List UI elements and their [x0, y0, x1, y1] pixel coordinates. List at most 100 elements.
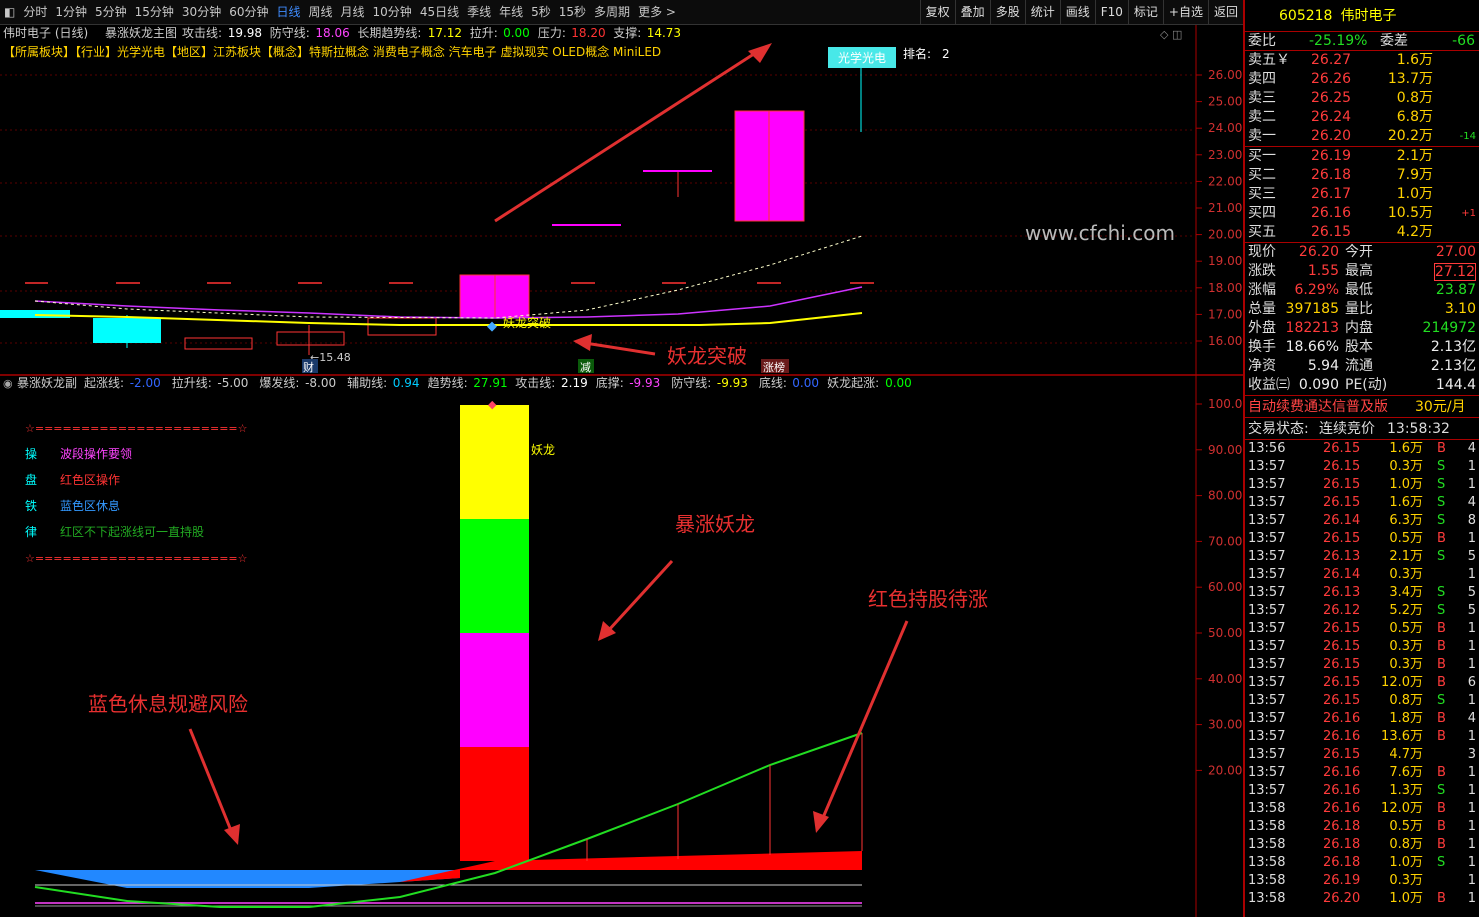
tick-time: 13:57	[1248, 603, 1286, 618]
toolbar-action-button[interactable]: 叠加	[954, 0, 990, 25]
promo-row[interactable]: 自动续费通达信普及版 30元/月	[1245, 396, 1479, 418]
tick-price: 26.15	[1323, 693, 1361, 708]
order-book-row[interactable]: 买一 26.19 2.1万	[1245, 147, 1479, 166]
promo-text[interactable]: 自动续费通达信普及版	[1248, 396, 1388, 418]
period-tab[interactable]: 更多 >	[634, 0, 680, 25]
sub-indicator-name[interactable]: 暴涨妖龙副	[17, 375, 77, 390]
tick-row[interactable]: 13:57 26.14 6.3万 S 8	[1245, 512, 1479, 530]
tick-price: 26.13	[1323, 549, 1361, 564]
order-book-row[interactable]: 买二 26.18 7.9万	[1245, 166, 1479, 185]
period-tab[interactable]: 60分钟	[225, 0, 272, 25]
tick-price: 26.15	[1323, 495, 1361, 510]
order-book-row[interactable]: 卖三 26.25 0.8万	[1245, 89, 1479, 108]
tick-price: 26.15	[1323, 477, 1361, 492]
panel-options-icon[interactable]: ◇ ◫	[1160, 28, 1182, 41]
tick-row[interactable]: 13:57 26.15 1.0万 S 1	[1245, 476, 1479, 494]
main-indicator-name[interactable]: 暴涨妖龙主图	[105, 25, 177, 40]
period-tab[interactable]: 15分钟	[131, 0, 178, 25]
order-book-row[interactable]: 卖五￥ 26.27 1.6万	[1245, 51, 1479, 70]
quote-stats: 现价 26.20 今开 27.00 涨跌 1.55 最高 27.12 涨幅 6.29% 最低 23.8…	[1245, 243, 1479, 396]
tick-row[interactable]: 13:57 26.13 2.1万 S 5	[1245, 548, 1479, 566]
tick-row[interactable]: 13:57 26.15 0.3万 B 1	[1245, 638, 1479, 656]
status-time: 13:58:32	[1387, 421, 1450, 437]
toolbar-action-button[interactable]: 复权	[919, 0, 955, 25]
tick-row[interactable]: 13:58 26.18 0.8万 B 1	[1245, 836, 1479, 854]
tick-count: 5	[1467, 603, 1476, 618]
order-book-row[interactable]: 买三 26.17 1.0万	[1245, 185, 1479, 204]
period-tab[interactable]: 周线	[305, 0, 337, 25]
tick-row[interactable]: 13:57 26.16 7.6万 B 1	[1245, 764, 1479, 782]
period-tab[interactable]: 15秒	[555, 0, 590, 25]
period-tab[interactable]: 1分钟	[51, 0, 91, 25]
toolbar-action-button[interactable]: 返回	[1207, 0, 1243, 25]
period-tab[interactable]: 季线	[463, 0, 495, 25]
tick-row[interactable]: 13:57 26.16 1.3万 S 1	[1245, 782, 1479, 800]
period-tab[interactable]: 30分钟	[178, 0, 225, 25]
stat-row: 现价 26.20 今开 27.00	[1245, 243, 1479, 262]
period-tab[interactable]: 月线	[337, 0, 369, 25]
period-tab[interactable]: 多周期	[590, 0, 634, 25]
tick-volume: 3.4万	[1389, 585, 1423, 600]
tick-row[interactable]: 13:57 26.15 12.0万 B 6	[1245, 674, 1479, 692]
level-label: 卖五￥	[1248, 52, 1290, 68]
stat-value: 182213	[1285, 320, 1339, 336]
kline-chart-area[interactable]: 伟时电子 (日线) 暴涨妖龙主图 攻击线: 19.98 防守线: 18.06 长期趋势线…	[0, 25, 1243, 917]
tick-row[interactable]: 13:57 26.14 0.3万 1	[1245, 566, 1479, 584]
tick-row[interactable]: 13:58 26.19 0.3万 1	[1245, 872, 1479, 890]
period-tab[interactable]: 年线	[495, 0, 527, 25]
stat-row: 换手 18.66% 股本 2.13亿	[1245, 338, 1479, 357]
tick-row[interactable]: 13:56 26.15 1.6万 B 4	[1245, 440, 1479, 458]
period-tab[interactable]: 日线	[272, 0, 304, 25]
order-book-row[interactable]: 卖二 26.24 6.8万	[1245, 108, 1479, 127]
toolbar-action-button[interactable]: 标记	[1127, 0, 1163, 25]
period-tab[interactable]: 5秒	[527, 0, 555, 25]
period-tab[interactable]: 45日线	[416, 0, 463, 25]
toolbar-action-button[interactable]: 统计	[1024, 0, 1060, 25]
tick-row[interactable]: 13:57 26.15 0.5万 B 1	[1245, 620, 1479, 638]
tick-count: 5	[1467, 585, 1476, 600]
weibi-row: 委比 -25.19% 委差 -66	[1245, 32, 1479, 51]
order-book-row[interactable]: 买四 26.16 10.5万 +1	[1245, 204, 1479, 223]
period-tab[interactable]: 分时	[19, 0, 51, 25]
tick-volume: 0.3万	[1389, 873, 1423, 888]
readout-value: 17.12	[428, 26, 462, 40]
stat-value: 27.12	[1433, 263, 1476, 281]
tick-row[interactable]: 13:57 26.16 13.6万 B 1	[1245, 728, 1479, 746]
tick-side: S	[1437, 585, 1446, 600]
marker-cai[interactable]: 财	[303, 360, 314, 374]
promo-price[interactable]: 30元/月	[1415, 396, 1466, 418]
tick-side: B	[1437, 711, 1446, 726]
tick-label: 20.00	[1208, 228, 1242, 242]
tick-row[interactable]: 13:58 26.18 0.5万 B 1	[1245, 818, 1479, 836]
order-book-row[interactable]: 卖一 26.20 20.2万 -14	[1245, 127, 1479, 146]
period-tab[interactable]: 5分钟	[91, 0, 131, 25]
tick-row[interactable]: 13:57 26.13 3.4万 S 5	[1245, 584, 1479, 602]
toolbar-action-button[interactable]: +自选	[1162, 0, 1208, 25]
toolbar-action-button[interactable]: F10	[1094, 0, 1128, 25]
tick-row[interactable]: 13:58 26.20 1.0万 B 1	[1245, 890, 1479, 908]
window-icon[interactable]: ◧	[0, 0, 19, 25]
level-volume: 1.6万	[1396, 52, 1433, 68]
tick-row[interactable]: 13:57 26.12 5.2万 S 5	[1245, 602, 1479, 620]
tick-row[interactable]: 13:57 26.15 4.7万 3	[1245, 746, 1479, 764]
tick-list[interactable]: 13:56 26.15 1.6万 B 4 13:57 26.15 0.3万 S 1 13:57 26.…	[1245, 440, 1479, 908]
tick-row[interactable]: 13:57 26.15 0.8万 S 1	[1245, 692, 1479, 710]
tick-row[interactable]: 13:57 26.15 0.3万 B 1	[1245, 656, 1479, 674]
readout-value: 0.94	[393, 376, 420, 390]
marker-zhangbang[interactable]: 涨榜	[763, 360, 785, 374]
marker-jian[interactable]: 减	[580, 361, 591, 374]
period-tab[interactable]: 10分钟	[369, 0, 416, 25]
tick-row[interactable]: 13:58 26.16 12.0万 B 1	[1245, 800, 1479, 818]
tick-row[interactable]: 13:57 26.15 1.6万 S 4	[1245, 494, 1479, 512]
tick-row[interactable]: 13:58 26.18 1.0万 S 1	[1245, 854, 1479, 872]
tick-time: 13:57	[1248, 531, 1286, 546]
sub-options-icon[interactable]: ◉	[3, 377, 13, 390]
order-book-row[interactable]: 卖四 26.26 13.7万	[1245, 70, 1479, 89]
tick-row[interactable]: 13:57 26.15 0.3万 S 1	[1245, 458, 1479, 476]
toolbar-action-button[interactable]: 多股	[989, 0, 1025, 25]
tick-label: 50.00	[1208, 626, 1242, 640]
tick-row[interactable]: 13:57 26.16 1.8万 B 4	[1245, 710, 1479, 728]
toolbar-action-button[interactable]: 画线	[1059, 0, 1095, 25]
tick-row[interactable]: 13:57 26.15 0.5万 B 1	[1245, 530, 1479, 548]
order-book-row[interactable]: 买五 26.15 4.2万	[1245, 223, 1479, 242]
